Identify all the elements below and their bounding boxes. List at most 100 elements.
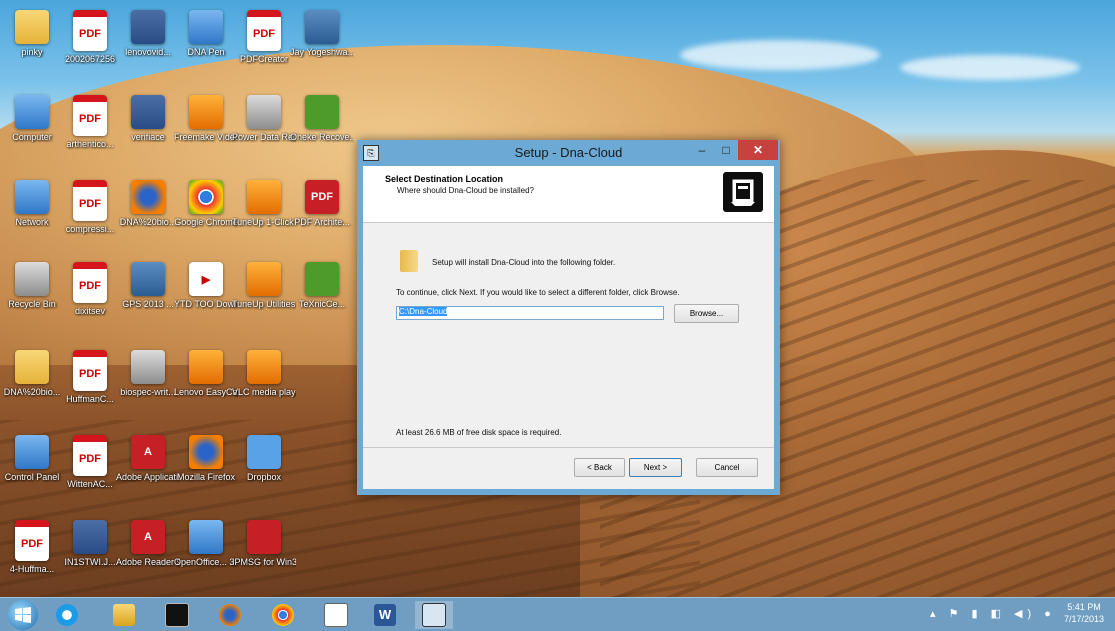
pdf-icon: PDF [15, 520, 49, 561]
desktop-icon[interactable]: TeXnicCe... [290, 262, 354, 310]
pdf-icon: PDF [73, 95, 107, 136]
maximize-button[interactable]: □ [714, 140, 738, 160]
desktop-icon[interactable]: ▶ YTD TOO Downlo... [174, 262, 238, 310]
minimize-button[interactable]: – [690, 140, 714, 160]
system-tray-icons[interactable]: ▴ ⚑ ▮ ◧ ◀) ● [930, 607, 1056, 620]
back-button[interactable]: < Back [574, 458, 625, 477]
pdf-icon: PDF [73, 180, 107, 221]
desktop-icon-label: dixitsev [74, 306, 105, 316]
desktop-icon[interactable]: PDF PDF Archite... [290, 180, 354, 228]
desktop-icon[interactable]: PDF 4-Huffma... [0, 520, 64, 575]
desktop-icon[interactable]: TuneUp 1-Click Mai... [232, 180, 296, 228]
desktop-icon[interactable]: Dropbox [232, 435, 296, 483]
folder-icon [400, 250, 418, 272]
window-titlebar[interactable]: ⎘ Setup - Dna-Cloud – □ ✕ [357, 140, 780, 166]
desktop-icon-label: Lenovo EasyCapture [174, 387, 238, 397]
start-button[interactable] [8, 600, 38, 630]
desktop-icon-label: Mozilla Firefox [176, 472, 235, 482]
desktop-icon-label: 4-Huffma... [9, 564, 55, 574]
desktop-icon[interactable]: A Adobe Reader 9 [116, 520, 180, 568]
word-icon[interactable]: W [366, 601, 404, 629]
desktop-icon-label: TeXnicCe... [298, 299, 346, 309]
desktop-icon-label: lenovovid... [125, 47, 171, 57]
firefox-icon[interactable] [211, 601, 249, 629]
desktop-icon[interactable]: Jay Yogeshwa... [290, 10, 354, 58]
command-prompt-icon[interactable] [158, 601, 196, 629]
desktop-icon[interactable]: PDF compressi... [58, 180, 122, 235]
pdf-creator-icon: PDF [247, 10, 281, 51]
pdf-icon: PDF [73, 435, 107, 476]
setup-taskbar-icon[interactable] [415, 601, 453, 629]
desktop-icon[interactable]: OpenOffice... 3.1 [174, 520, 238, 568]
desktop-icon-label: Computer [12, 132, 52, 142]
desktop-icon[interactable]: Network [0, 180, 64, 228]
desktop-icon[interactable]: PDF WittenAC... [58, 435, 122, 490]
dropbox-icon [247, 435, 281, 469]
desktop-icon-label: Freemake Video C... [174, 132, 238, 142]
desktop-icon[interactable]: DNA Pen [174, 10, 238, 58]
adobe-reader-icon: A [131, 520, 165, 554]
desktop-icon[interactable]: GPS 2013 ... [116, 262, 180, 310]
texniccenter-icon [305, 262, 339, 296]
chart-app-icon[interactable] [317, 601, 355, 629]
user-folder-icon [15, 10, 49, 44]
vlc-icon [247, 350, 281, 384]
desktop-icon[interactable]: Mozilla Firefox [174, 435, 238, 483]
desktop-icon[interactable]: Control Panel [0, 435, 64, 483]
dna-pen-icon [189, 10, 223, 44]
desktop-icon[interactable]: IN1STWI.J... [58, 520, 122, 568]
image-icon [305, 10, 339, 44]
desktop-icon-label: Adobe Applicati... [116, 472, 180, 482]
desktop-icon[interactable]: A Adobe Applicati... [116, 435, 180, 483]
desktop-icon-label: TuneUp 1-Click Mai... [232, 217, 296, 227]
desktop-icon[interactable]: PDF dixitsev [58, 262, 122, 317]
cloud [900, 55, 1080, 80]
taskbar: W ▴ ⚑ ▮ ◧ ◀) ● 5:41 PM 7/17/2013 [0, 597, 1115, 631]
desktop-icon[interactable]: Oneke Recove... [290, 95, 354, 143]
desktop-icon[interactable]: PDF HuffmanC... [58, 350, 122, 405]
path-selected-text: C:\Dna-Cloud [399, 307, 448, 316]
cancel-button[interactable]: Cancel [696, 458, 758, 477]
desktop-icon[interactable]: Freemake Video C... [174, 95, 238, 143]
desktop-icon[interactable]: VLC media player [232, 350, 296, 398]
desktop-icon[interactable]: PDF 2002067256 [58, 10, 122, 65]
desktop-icon[interactable]: PDF arthentico... [58, 95, 122, 150]
desktop-icon[interactable]: pinky [0, 10, 64, 58]
desktop-icon[interactable]: IPMSG for Win32 [232, 520, 296, 568]
desktop-icon[interactable]: verifiace [116, 95, 180, 143]
next-button[interactable]: Next > [629, 458, 682, 477]
internet-explorer-icon[interactable] [48, 601, 86, 629]
ipmsg-icon [247, 520, 281, 554]
desktop-icon-label: Network [15, 217, 49, 227]
desktop-icon-label: verifiace [131, 132, 165, 142]
desktop-icon-label: GPS 2013 ... [122, 299, 174, 309]
network-icon [15, 180, 49, 214]
tuneup-icon [247, 180, 281, 214]
disk-space-text: At least 26.6 MB of free disk space is r… [396, 428, 562, 437]
close-button[interactable]: ✕ [738, 140, 778, 160]
desktop-icon[interactable]: TuneUp Utilities 2013 [232, 262, 296, 310]
document-icon [131, 350, 165, 384]
desktop-icon[interactable]: DNA%20bio... [0, 350, 64, 398]
desktop-icon[interactable]: Recycle Bin [0, 262, 64, 310]
shield-app-icon [73, 520, 107, 554]
desktop-icon[interactable]: lenovovid... [116, 10, 180, 58]
desktop-icon[interactable]: Lenovo EasyCapture [174, 350, 238, 398]
desktop-icon[interactable]: Google Chrome [174, 180, 238, 228]
desktop-icon[interactable]: Computer [0, 95, 64, 143]
file-explorer-icon[interactable] [105, 601, 143, 629]
recovery-icon [305, 95, 339, 129]
clock[interactable]: 5:41 PM 7/17/2013 [1055, 601, 1113, 625]
browse-button[interactable]: Browse... [674, 304, 739, 323]
chrome-icon[interactable] [264, 601, 302, 629]
destination-path-input[interactable]: C:\Dna-Cloud [396, 306, 664, 320]
desktop-icon[interactable]: DNA%20bio... [116, 180, 180, 228]
desktop-icon[interactable]: biospec-writ... [116, 350, 180, 398]
desktop-icon-label: IPMSG for Win32 [232, 557, 296, 567]
desktop-icon-label: Control Panel [4, 472, 60, 482]
clock-time: 5:41 PM [1067, 602, 1101, 612]
control-panel-icon [15, 435, 49, 469]
continue-instruction-text: To continue, click Next. If you would li… [396, 288, 680, 297]
desktop-icon[interactable]: PDF PDFCreator [232, 10, 296, 65]
desktop-icon[interactable]: Power Data Recovery [232, 95, 296, 143]
